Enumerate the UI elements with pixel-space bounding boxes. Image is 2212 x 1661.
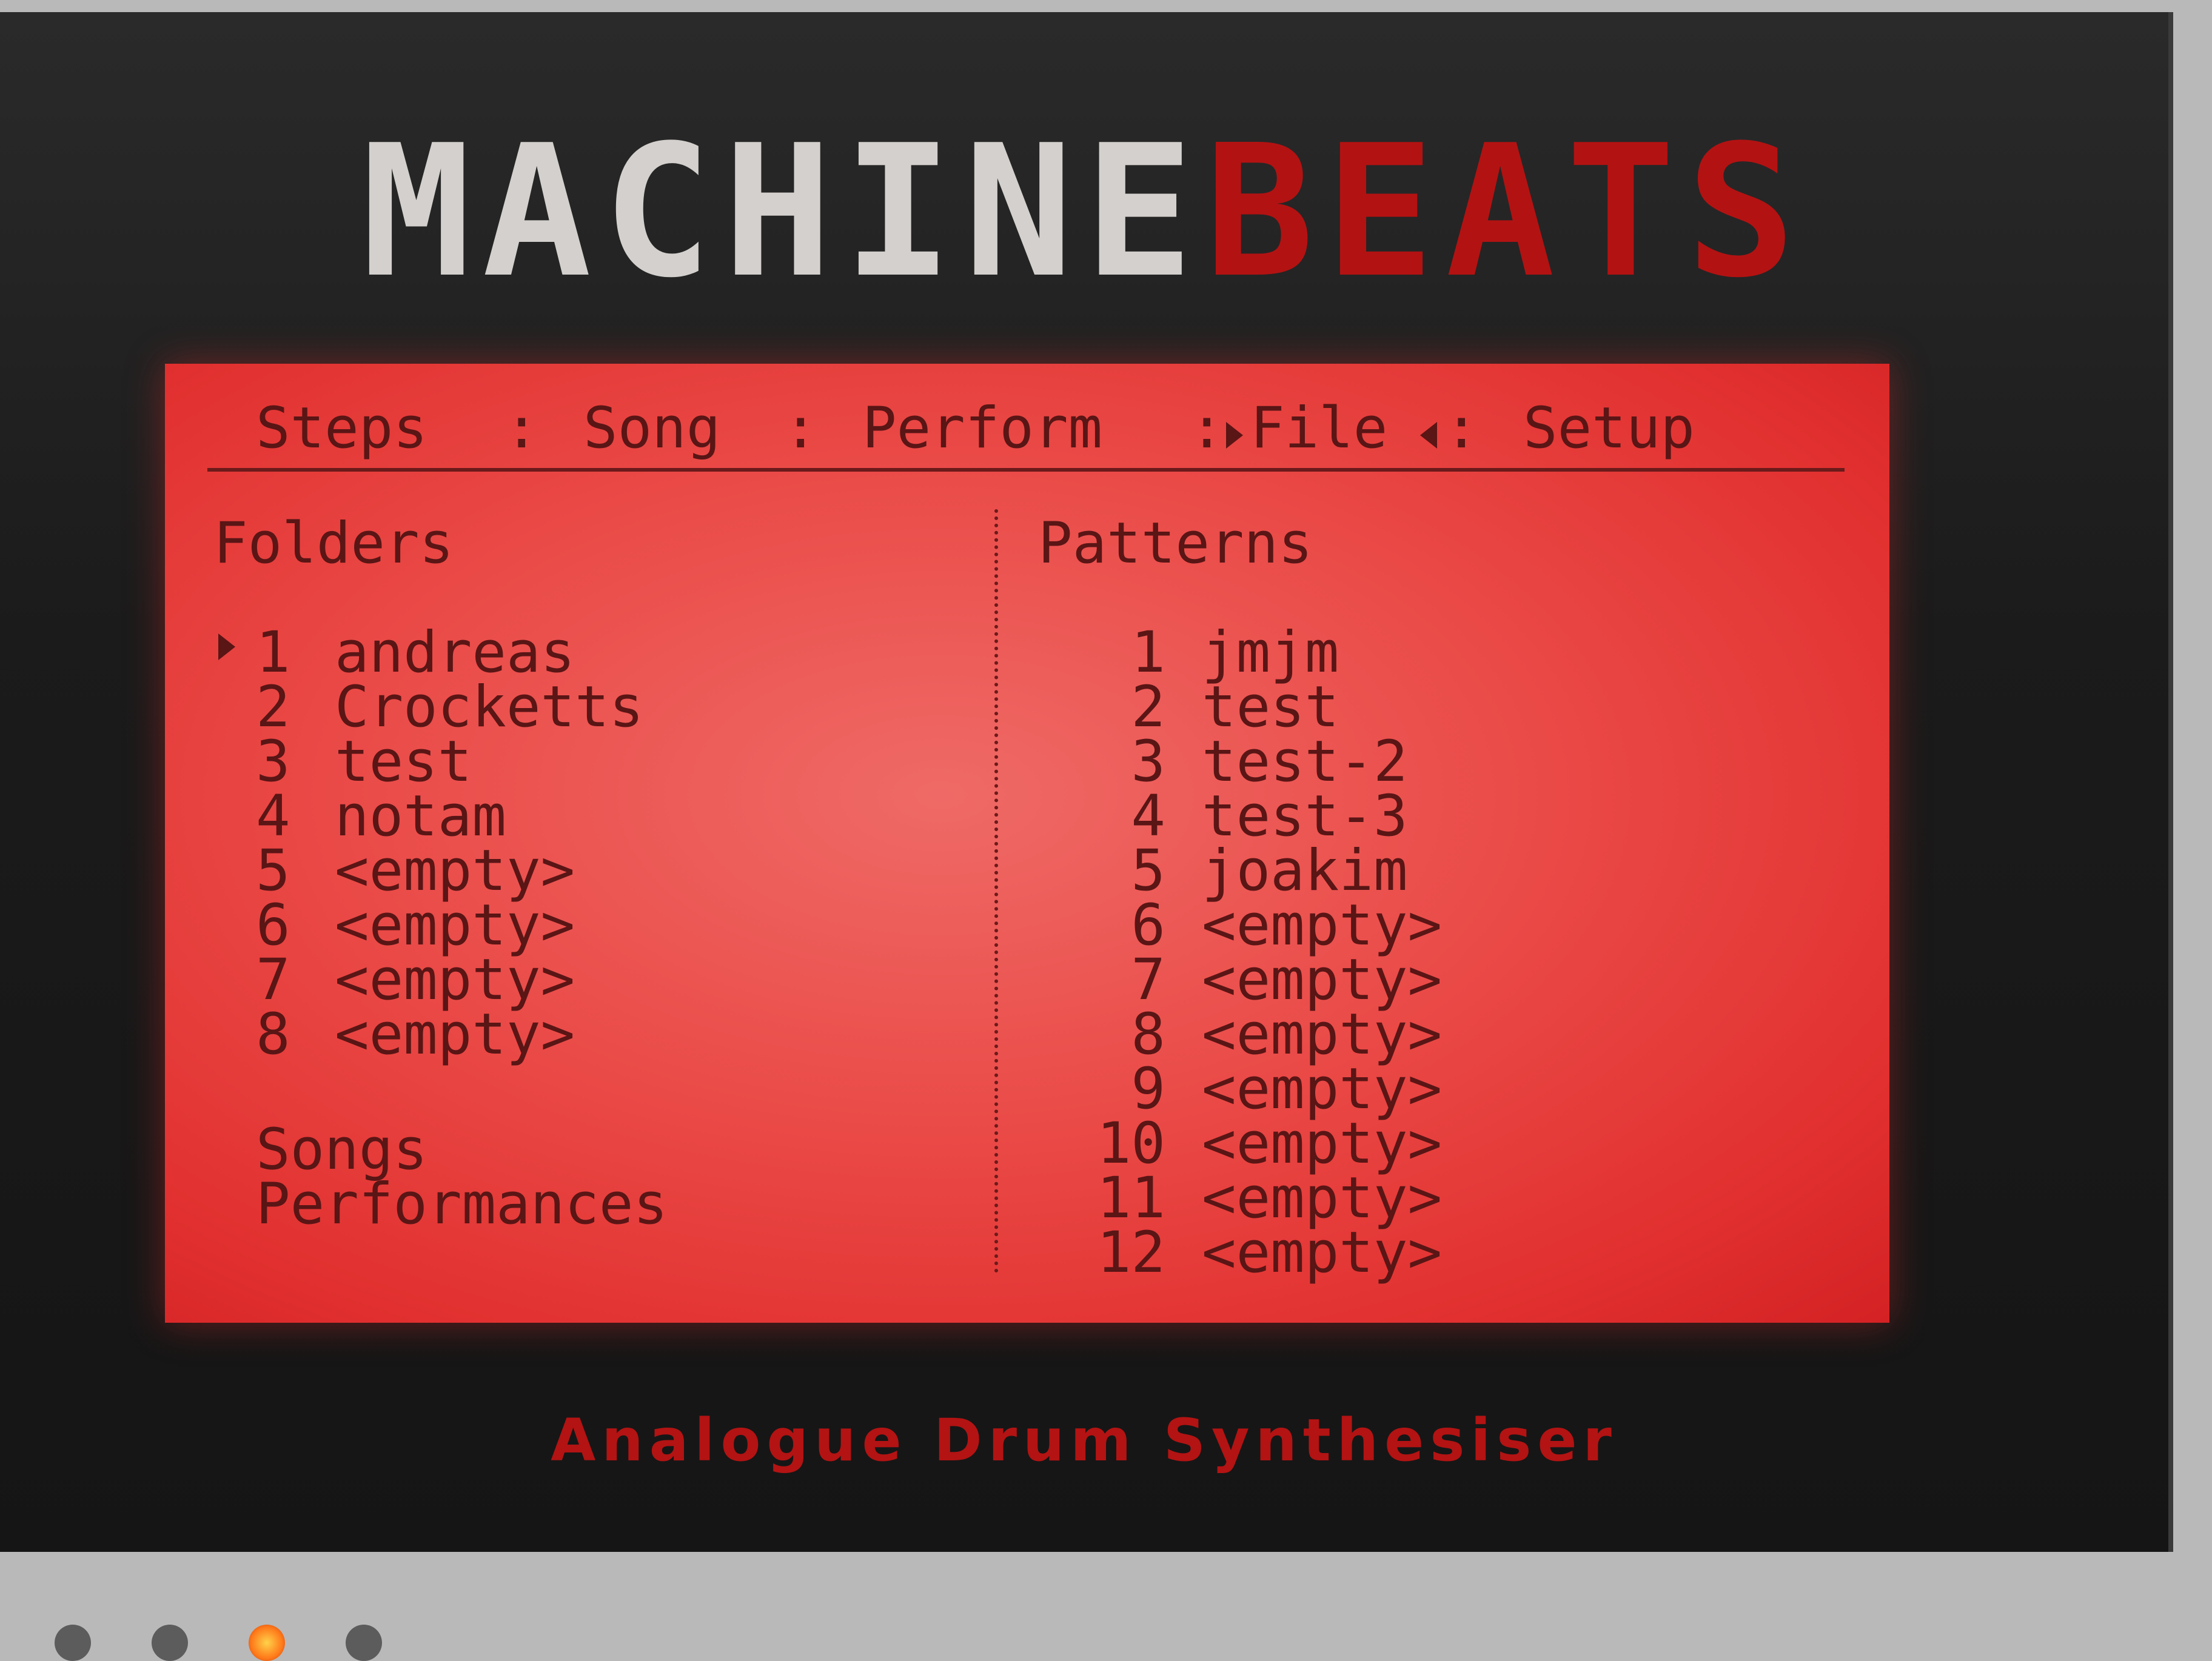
tab-file[interactable]: File bbox=[1250, 400, 1387, 457]
device-bezel: MACHINE BEATS Steps : Song : Perform : Fi… bbox=[0, 12, 2173, 1552]
patterns-title: Patterns bbox=[1038, 510, 1313, 577]
logo-beats: BEATS bbox=[1204, 106, 1807, 318]
tab-song[interactable]: Song bbox=[583, 400, 720, 457]
tab-steps[interactable]: Steps bbox=[256, 400, 427, 457]
songs-item[interactable]: Songs bbox=[256, 1121, 427, 1178]
folders-title: Folders bbox=[213, 510, 454, 577]
led-icon bbox=[152, 1625, 188, 1661]
menu-bar: Steps : Song : Perform : File : Setup bbox=[256, 400, 1832, 467]
performances-item[interactable]: Performances bbox=[256, 1176, 668, 1233]
tab-perform[interactable]: Perform bbox=[862, 400, 1102, 457]
led-lit-icon bbox=[249, 1625, 285, 1661]
tab-setup[interactable]: Setup bbox=[1523, 400, 1695, 457]
column-divider bbox=[994, 509, 998, 1273]
logo-machine: MACHINE bbox=[361, 106, 1205, 318]
menu-separator: : bbox=[504, 395, 539, 461]
led-icon bbox=[346, 1625, 382, 1661]
menu-divider bbox=[207, 468, 1845, 472]
device-tagline: Analogue Drum Synthesiser bbox=[551, 1406, 1618, 1474]
lcd-screen: Steps : Song : Perform : File : Setup Fo… bbox=[165, 364, 1889, 1323]
menu-separator: : bbox=[1190, 395, 1224, 461]
menu-separator: : bbox=[1444, 395, 1479, 461]
brand-logo: MACHINE BEATS bbox=[0, 115, 2168, 309]
selection-cursor-icon bbox=[218, 633, 235, 660]
led-icon bbox=[55, 1625, 91, 1661]
menu-separator: : bbox=[783, 395, 818, 461]
